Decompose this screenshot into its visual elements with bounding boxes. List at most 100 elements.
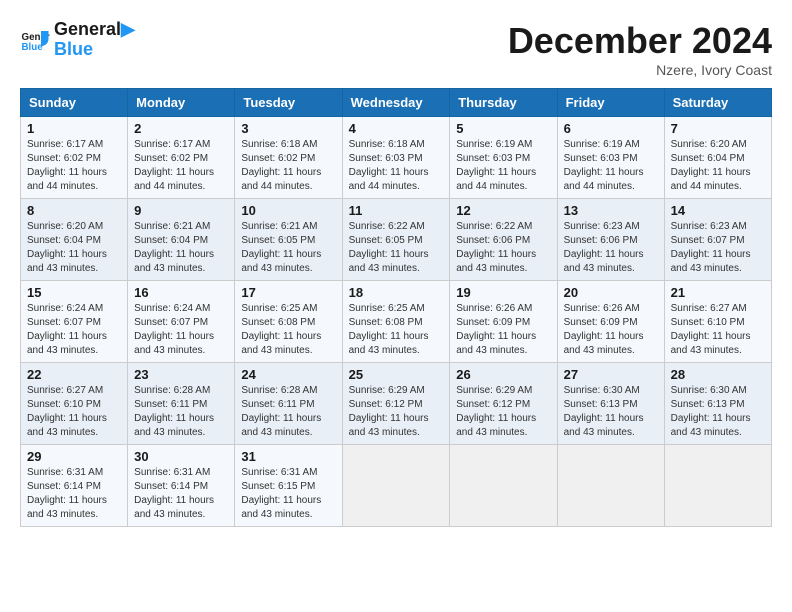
calendar-cell: 7 Sunrise: 6:20 AM Sunset: 6:04 PM Dayli… [664,117,771,199]
column-header-monday: Monday [128,89,235,117]
day-info: Sunrise: 6:25 AM Sunset: 6:08 PM Dayligh… [349,302,444,358]
calendar-cell: 29 Sunrise: 6:31 AM Sunset: 6:14 PM Dayl… [21,445,128,527]
day-number: 26 [456,367,550,382]
day-number: 17 [241,285,335,300]
day-number: 9 [134,203,228,218]
day-info: Sunrise: 6:21 AM Sunset: 6:04 PM Dayligh… [134,220,228,276]
calendar-cell [664,445,771,527]
calendar-cell: 28 Sunrise: 6:30 AM Sunset: 6:13 PM Dayl… [664,363,771,445]
calendar-cell: 3 Sunrise: 6:18 AM Sunset: 6:02 PM Dayli… [235,117,342,199]
day-number: 6 [564,121,658,136]
calendar-cell [342,445,450,527]
calendar-cell: 6 Sunrise: 6:19 AM Sunset: 6:03 PM Dayli… [557,117,664,199]
day-info: Sunrise: 6:28 AM Sunset: 6:11 PM Dayligh… [241,384,335,440]
calendar-cell: 22 Sunrise: 6:27 AM Sunset: 6:10 PM Dayl… [21,363,128,445]
calendar-cell: 18 Sunrise: 6:25 AM Sunset: 6:08 PM Dayl… [342,281,450,363]
column-header-saturday: Saturday [664,89,771,117]
day-number: 8 [27,203,121,218]
day-info: Sunrise: 6:29 AM Sunset: 6:12 PM Dayligh… [349,384,444,440]
calendar-cell: 24 Sunrise: 6:28 AM Sunset: 6:11 PM Dayl… [235,363,342,445]
day-number: 12 [456,203,550,218]
day-info: Sunrise: 6:18 AM Sunset: 6:03 PM Dayligh… [349,138,444,194]
day-number: 23 [134,367,228,382]
calendar-cell: 30 Sunrise: 6:31 AM Sunset: 6:14 PM Dayl… [128,445,235,527]
logo-text: General▶ Blue [54,20,135,60]
calendar-week-row: 1 Sunrise: 6:17 AM Sunset: 6:02 PM Dayli… [21,117,772,199]
calendar-cell: 5 Sunrise: 6:19 AM Sunset: 6:03 PM Dayli… [450,117,557,199]
calendar-cell: 26 Sunrise: 6:29 AM Sunset: 6:12 PM Dayl… [450,363,557,445]
calendar-cell: 27 Sunrise: 6:30 AM Sunset: 6:13 PM Dayl… [557,363,664,445]
day-number: 29 [27,449,121,464]
day-info: Sunrise: 6:19 AM Sunset: 6:03 PM Dayligh… [456,138,550,194]
day-number: 18 [349,285,444,300]
calendar-cell: 20 Sunrise: 6:26 AM Sunset: 6:09 PM Dayl… [557,281,664,363]
day-number: 27 [564,367,658,382]
day-info: Sunrise: 6:22 AM Sunset: 6:05 PM Dayligh… [349,220,444,276]
day-info: Sunrise: 6:24 AM Sunset: 6:07 PM Dayligh… [134,302,228,358]
calendar-week-row: 8 Sunrise: 6:20 AM Sunset: 6:04 PM Dayli… [21,199,772,281]
day-number: 22 [27,367,121,382]
day-info: Sunrise: 6:22 AM Sunset: 6:06 PM Dayligh… [456,220,550,276]
day-number: 19 [456,285,550,300]
calendar-week-row: 29 Sunrise: 6:31 AM Sunset: 6:14 PM Dayl… [21,445,772,527]
calendar-cell: 10 Sunrise: 6:21 AM Sunset: 6:05 PM Dayl… [235,199,342,281]
day-info: Sunrise: 6:26 AM Sunset: 6:09 PM Dayligh… [564,302,658,358]
day-number: 4 [349,121,444,136]
calendar-cell: 12 Sunrise: 6:22 AM Sunset: 6:06 PM Dayl… [450,199,557,281]
calendar-cell: 9 Sunrise: 6:21 AM Sunset: 6:04 PM Dayli… [128,199,235,281]
day-info: Sunrise: 6:17 AM Sunset: 6:02 PM Dayligh… [27,138,121,194]
day-info: Sunrise: 6:23 AM Sunset: 6:07 PM Dayligh… [671,220,765,276]
day-number: 16 [134,285,228,300]
calendar-week-row: 22 Sunrise: 6:27 AM Sunset: 6:10 PM Dayl… [21,363,772,445]
calendar-cell [450,445,557,527]
day-number: 21 [671,285,765,300]
day-number: 20 [564,285,658,300]
calendar-cell [557,445,664,527]
day-info: Sunrise: 6:23 AM Sunset: 6:06 PM Dayligh… [564,220,658,276]
column-header-tuesday: Tuesday [235,89,342,117]
day-number: 25 [349,367,444,382]
calendar-cell: 15 Sunrise: 6:24 AM Sunset: 6:07 PM Dayl… [21,281,128,363]
calendar-week-row: 15 Sunrise: 6:24 AM Sunset: 6:07 PM Dayl… [21,281,772,363]
calendar-cell: 8 Sunrise: 6:20 AM Sunset: 6:04 PM Dayli… [21,199,128,281]
day-number: 1 [27,121,121,136]
day-number: 2 [134,121,228,136]
column-header-wednesday: Wednesday [342,89,450,117]
calendar-cell: 17 Sunrise: 6:25 AM Sunset: 6:08 PM Dayl… [235,281,342,363]
svg-text:Blue: Blue [22,42,44,53]
day-number: 10 [241,203,335,218]
header: General Blue General▶ Blue December 2024… [20,20,772,78]
day-info: Sunrise: 6:25 AM Sunset: 6:08 PM Dayligh… [241,302,335,358]
column-header-friday: Friday [557,89,664,117]
title-section: December 2024 Nzere, Ivory Coast [508,20,772,78]
calendar-table: SundayMondayTuesdayWednesdayThursdayFrid… [20,88,772,527]
calendar-subtitle: Nzere, Ivory Coast [508,62,772,78]
column-header-thursday: Thursday [450,89,557,117]
day-info: Sunrise: 6:20 AM Sunset: 6:04 PM Dayligh… [27,220,121,276]
day-info: Sunrise: 6:30 AM Sunset: 6:13 PM Dayligh… [564,384,658,440]
calendar-cell: 13 Sunrise: 6:23 AM Sunset: 6:06 PM Dayl… [557,199,664,281]
day-info: Sunrise: 6:31 AM Sunset: 6:14 PM Dayligh… [134,466,228,522]
calendar-cell: 23 Sunrise: 6:28 AM Sunset: 6:11 PM Dayl… [128,363,235,445]
day-number: 11 [349,203,444,218]
calendar-cell: 11 Sunrise: 6:22 AM Sunset: 6:05 PM Dayl… [342,199,450,281]
day-number: 13 [564,203,658,218]
day-number: 31 [241,449,335,464]
logo-icon: General Blue [20,25,50,55]
day-number: 14 [671,203,765,218]
logo: General Blue General▶ Blue [20,20,135,60]
column-header-sunday: Sunday [21,89,128,117]
day-info: Sunrise: 6:18 AM Sunset: 6:02 PM Dayligh… [241,138,335,194]
calendar-cell: 21 Sunrise: 6:27 AM Sunset: 6:10 PM Dayl… [664,281,771,363]
day-info: Sunrise: 6:20 AM Sunset: 6:04 PM Dayligh… [671,138,765,194]
day-number: 28 [671,367,765,382]
day-info: Sunrise: 6:26 AM Sunset: 6:09 PM Dayligh… [456,302,550,358]
day-number: 5 [456,121,550,136]
calendar-cell: 19 Sunrise: 6:26 AM Sunset: 6:09 PM Dayl… [450,281,557,363]
day-info: Sunrise: 6:30 AM Sunset: 6:13 PM Dayligh… [671,384,765,440]
day-info: Sunrise: 6:29 AM Sunset: 6:12 PM Dayligh… [456,384,550,440]
calendar-cell: 2 Sunrise: 6:17 AM Sunset: 6:02 PM Dayli… [128,117,235,199]
calendar-body: 1 Sunrise: 6:17 AM Sunset: 6:02 PM Dayli… [21,117,772,527]
day-info: Sunrise: 6:27 AM Sunset: 6:10 PM Dayligh… [671,302,765,358]
day-info: Sunrise: 6:27 AM Sunset: 6:10 PM Dayligh… [27,384,121,440]
